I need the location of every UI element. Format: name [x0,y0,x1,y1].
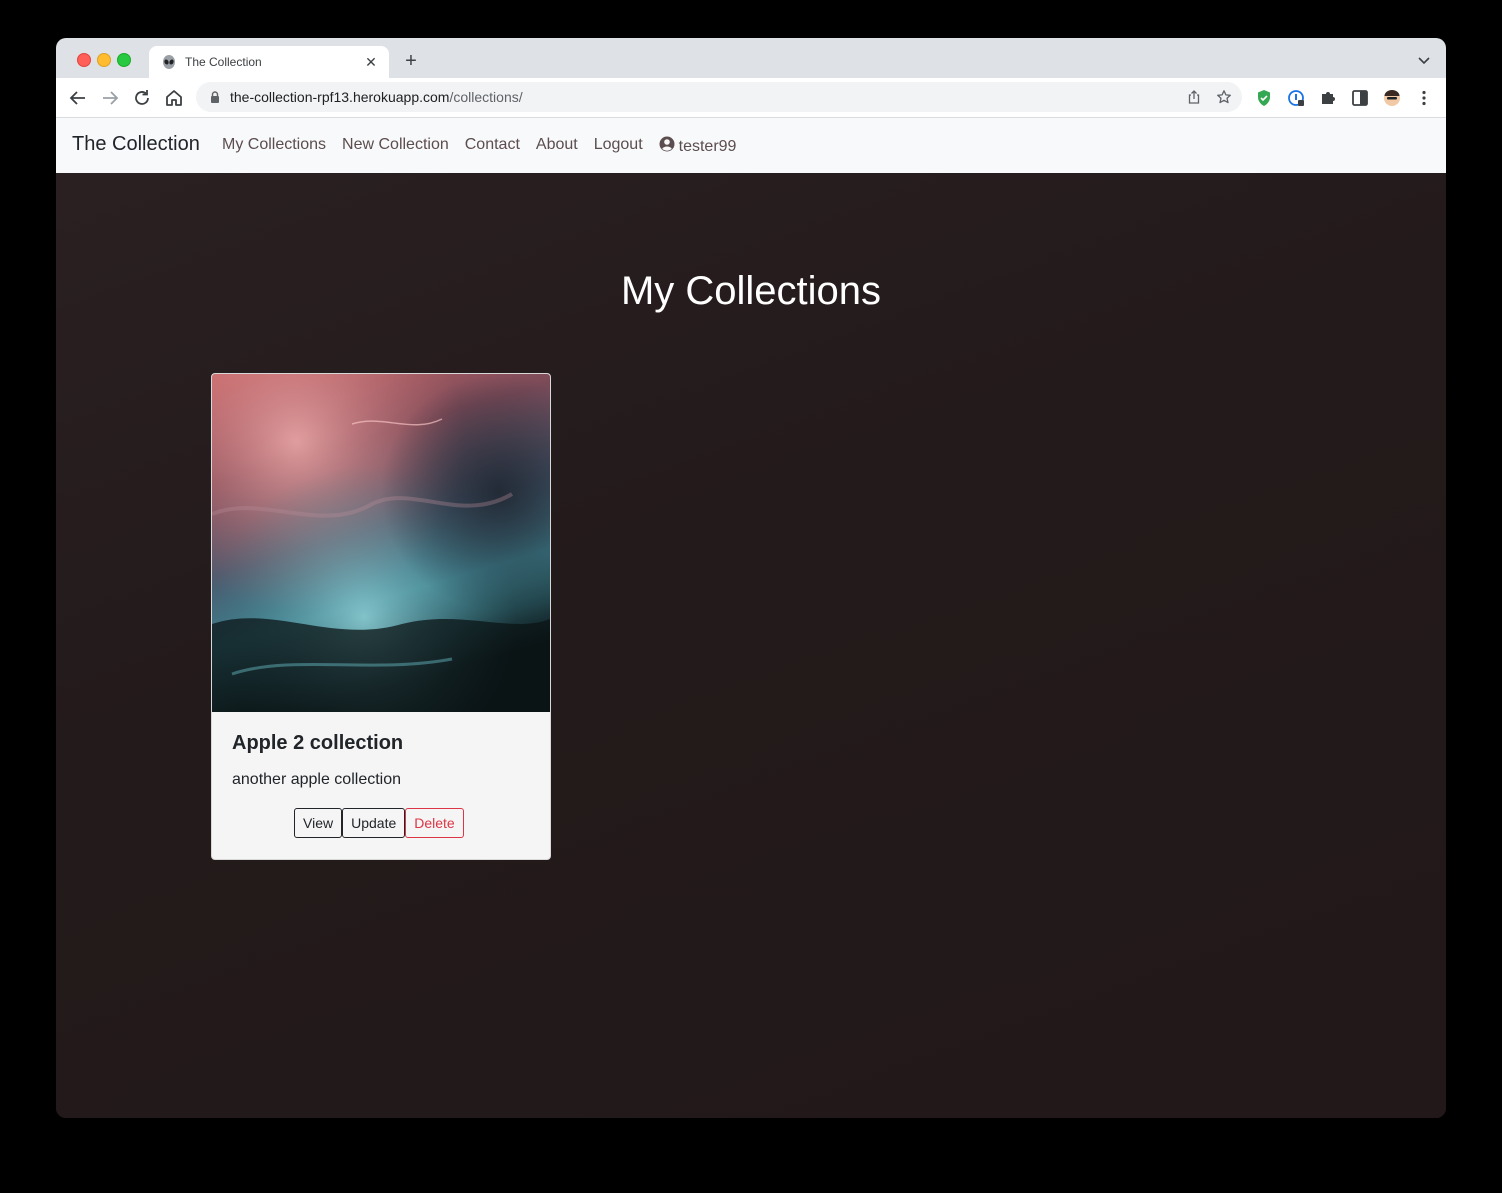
delete-button[interactable]: Delete [405,808,464,838]
home-icon[interactable] [162,86,186,110]
browser-menu-icon[interactable] [1412,86,1436,110]
maximize-window-button[interactable] [117,53,131,67]
profile-avatar-icon[interactable] [1380,86,1404,110]
collection-description: another apple collection [232,771,402,788]
address-bar[interactable]: the-collection-rpf13.herokuapp.com/colle… [196,82,1242,112]
password-manager-icon[interactable] [1284,86,1308,110]
reload-icon[interactable] [130,86,154,110]
nav-about[interactable]: About [536,136,578,157]
nav-my-collections[interactable]: My Collections [222,136,326,157]
side-panel-icon[interactable] [1348,86,1372,110]
extensions-puzzle-icon[interactable] [1316,86,1340,110]
chevron-down-icon[interactable] [1416,52,1432,68]
nav-user-profile[interactable]: tester99 [659,136,737,157]
nav-username: tester99 [678,137,737,155]
collection-card: Apple 2 collection another apple collect… [211,373,551,860]
card-actions: View Update Delete [294,808,464,838]
page-title: My Collections [620,269,882,313]
navbar-brand[interactable]: The Collection [72,133,200,156]
forward-icon[interactable] [98,86,122,110]
minimize-window-button[interactable] [97,53,111,67]
browser-tab[interactable]: The Collection ✕ [149,46,389,78]
alien-icon [161,54,177,70]
new-tab-icon[interactable]: + [400,50,422,72]
nav-logout[interactable]: Logout [594,136,643,157]
update-button[interactable]: Update [342,808,406,838]
tab-strip: The Collection ✕ + [56,38,1446,78]
view-button[interactable]: View [294,808,343,838]
nav-new-collection[interactable]: New Collection [342,136,449,157]
shield-extension-icon[interactable] [1252,86,1276,110]
share-icon[interactable] [1186,89,1202,105]
site-navbar: The Collection My Collections New Collec… [56,118,1446,173]
nav-contact[interactable]: Contact [465,136,520,157]
browser-toolbar: the-collection-rpf13.herokuapp.com/colle… [56,78,1446,118]
collection-image [212,374,550,712]
main-content: My Collections Apple 2 collection anothe… [56,173,1446,1118]
browser-window: The Collection ✕ + the-collection-rpf13.… [56,38,1446,1118]
collection-title: Apple 2 collection [232,732,404,754]
tab-title: The Collection [185,55,262,69]
bookmark-star-icon[interactable] [1216,89,1232,105]
url-text: the-collection-rpf13.herokuapp.com/colle… [230,89,523,105]
user-circle-icon [659,136,675,157]
nav-links: My Collections New Collection Contact Ab… [222,136,736,157]
lock-icon[interactable] [208,90,222,104]
back-icon[interactable] [66,86,90,110]
close-window-button[interactable] [77,53,91,67]
close-tab-icon[interactable]: ✕ [363,54,379,70]
